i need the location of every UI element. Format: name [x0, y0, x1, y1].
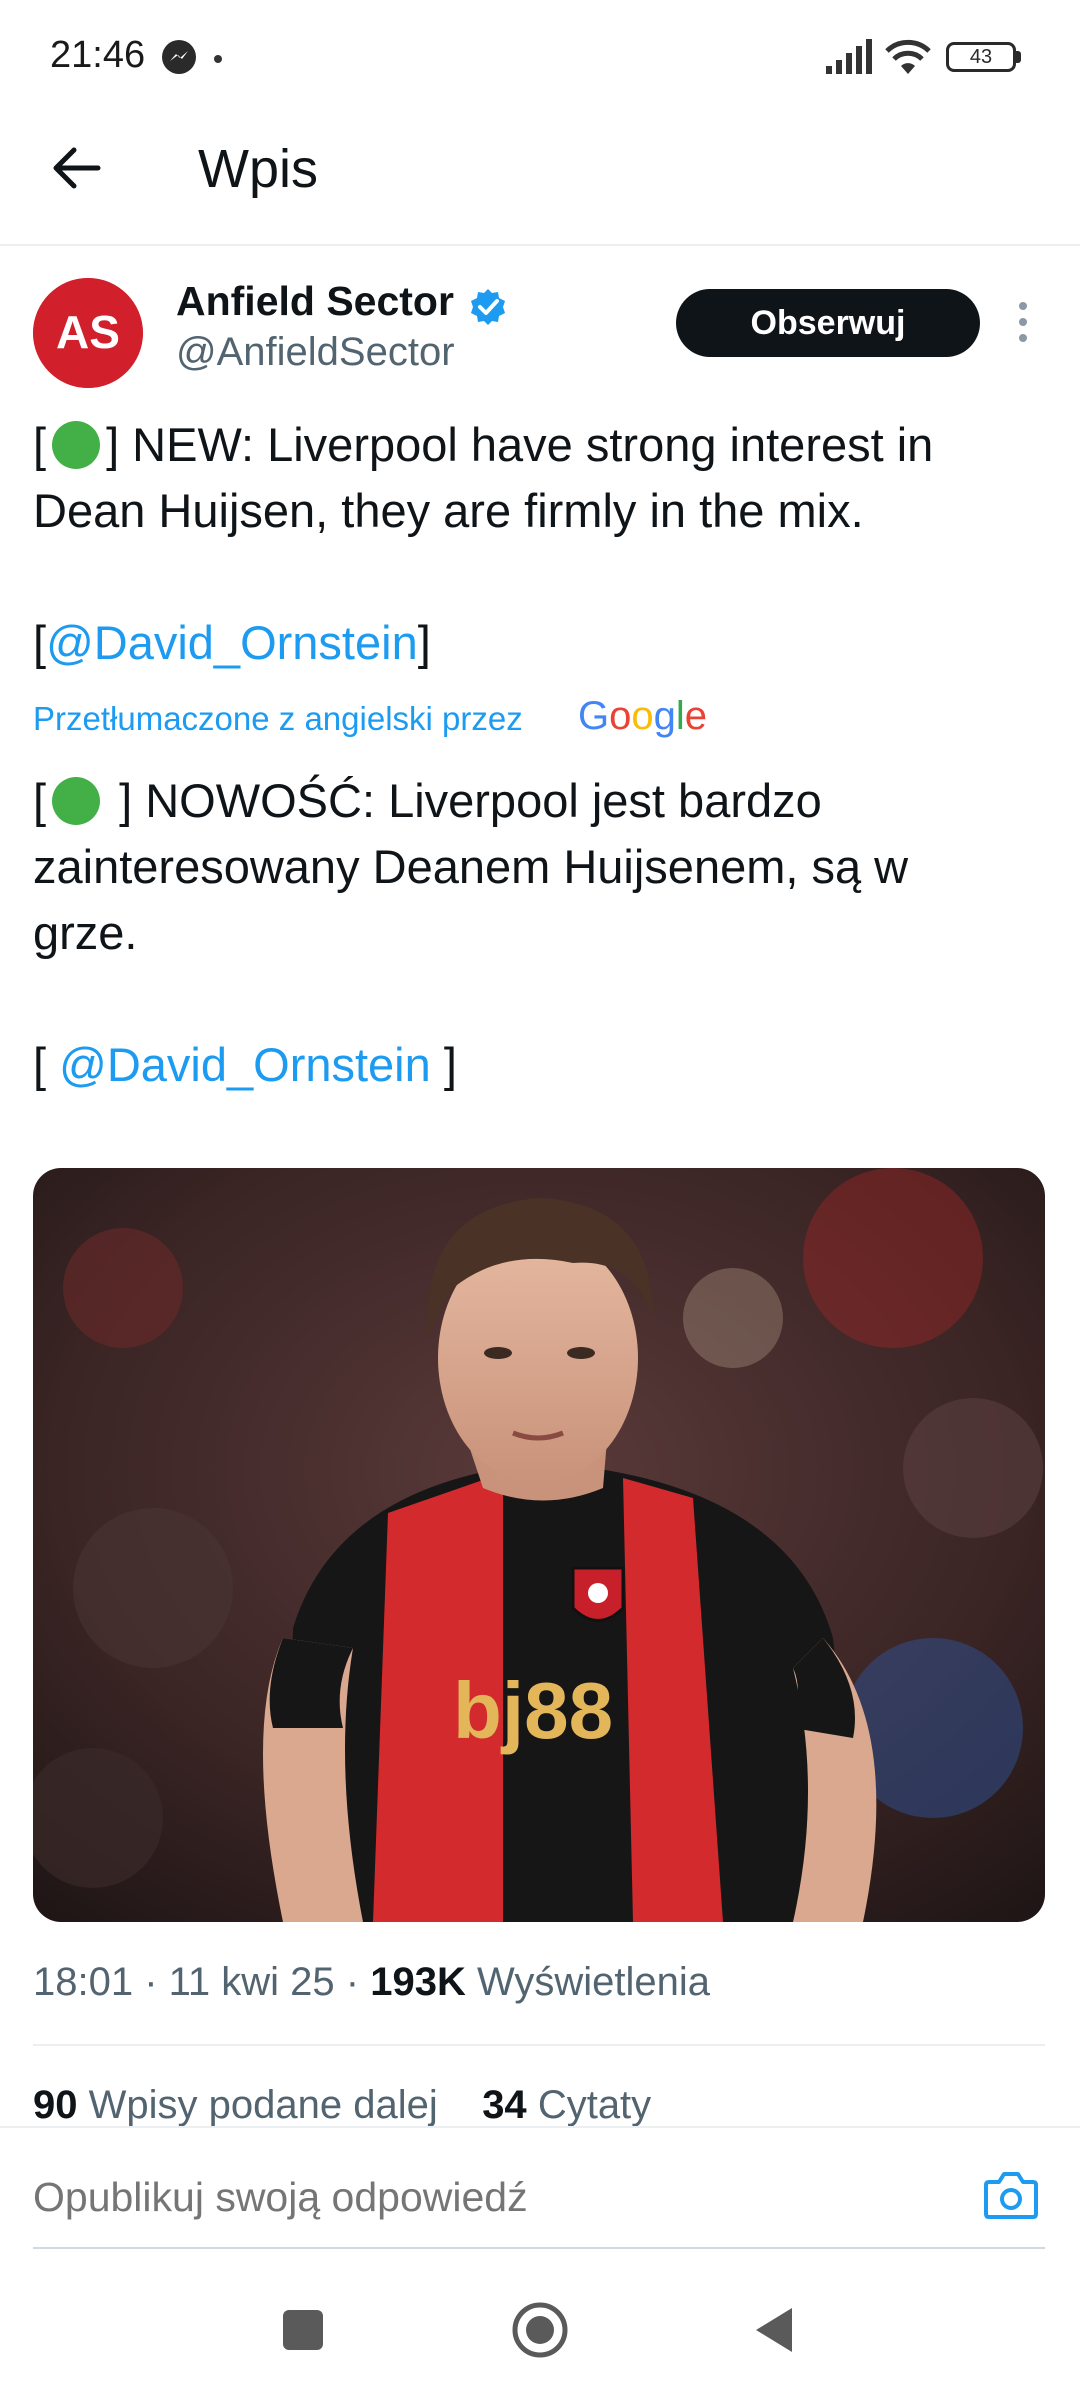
follow-button[interactable]: Obserwuj	[676, 289, 980, 357]
wifi-icon	[885, 39, 931, 74]
recent-apps-button[interactable]	[283, 2310, 323, 2350]
green-circle-emoji-icon	[52, 777, 101, 825]
views-label: Wyświetlenia	[476, 1960, 711, 2004]
messenger-icon	[162, 40, 196, 74]
translation-line-2: zainteresowany Deanem Huijsenem, są w	[33, 840, 909, 893]
reposts-stat[interactable]: 90 Wpisy podane dalej	[33, 2083, 438, 2127]
signal-icon	[826, 39, 872, 74]
tweet-text: [] NEW: Liverpool have strong interest i…	[33, 412, 1043, 676]
notification-dot-icon	[214, 55, 222, 63]
battery-tip	[1016, 51, 1021, 63]
verified-badge-icon	[471, 289, 505, 325]
quotes-count: 34	[482, 2083, 527, 2127]
translation-mention-link[interactable]: @David_Ornstein	[59, 1038, 431, 1091]
tweet-line-1: ] NEW: Liverpool have strong interest in	[106, 418, 934, 471]
tweet-date: 11 kwi 25	[168, 1960, 335, 2004]
quotes-stat[interactable]: 34 Cytaty	[482, 2083, 651, 2127]
back-arrow-icon[interactable]	[48, 140, 104, 196]
author-handle[interactable]: @AnfieldSector	[176, 330, 455, 375]
tweet-image[interactable]: bj88	[33, 1168, 1045, 1922]
nav-back-button[interactable]	[750, 2304, 796, 2356]
more-options-icon[interactable]	[1010, 300, 1036, 344]
camera-icon[interactable]	[983, 2168, 1039, 2220]
google-logo: Google	[578, 694, 708, 738]
home-button[interactable]	[510, 2300, 570, 2360]
reposts-label: Wpisy podane dalej	[88, 2083, 438, 2127]
translation-line-3: grze.	[33, 906, 138, 959]
tweet-line-2: Dean Huijsen, they are firmly in the mix…	[33, 484, 864, 537]
mention-link[interactable]: @David_Ornstein	[46, 616, 418, 669]
reposts-count: 90	[33, 2083, 78, 2127]
views-count: 193K	[370, 1960, 466, 2004]
tweet-stats: 90 Wpisy podane dalej 34 Cytaty	[33, 2083, 651, 2128]
battery-icon: 43	[946, 42, 1016, 72]
reply-input[interactable]	[33, 2174, 933, 2221]
quotes-label: Cytaty	[537, 2083, 652, 2127]
avatar-logo-text: AS	[56, 306, 120, 358]
header-divider	[0, 244, 1080, 246]
reply-divider	[33, 2247, 1045, 2249]
tweet-time: 18:01	[33, 1960, 134, 2004]
shirt-sponsor-logo: bj88	[453, 1666, 613, 1755]
translated-label[interactable]: Przetłumaczone z angielski przez	[33, 700, 523, 738]
tweet-meta: 18:01 · 11 kwi 25 · 193K Wyświetlenia	[33, 1960, 711, 2004]
status-time: 21:46	[50, 34, 146, 76]
page-title: Wpis	[198, 139, 318, 199]
green-circle-emoji-icon	[52, 421, 101, 469]
author-name[interactable]: Anfield Sector	[176, 278, 454, 325]
meta-divider	[33, 2044, 1045, 2046]
avatar[interactable]: AS	[33, 278, 143, 388]
translation-text: [ ] NOWOŚĆ: Liverpool jest bardzo zainte…	[33, 768, 1043, 1098]
translation-line-1: ] NOWOŚĆ: Liverpool jest bardzo	[106, 774, 822, 827]
